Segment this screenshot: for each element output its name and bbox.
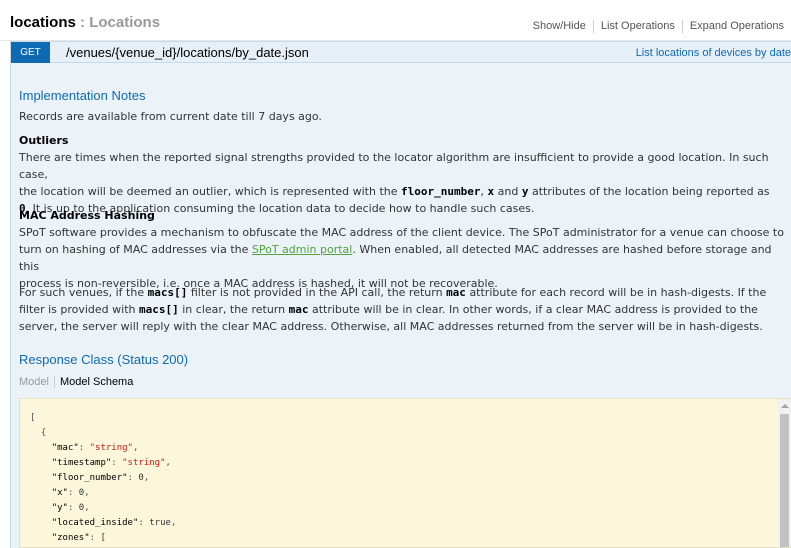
resource-name[interactable]: locations (10, 14, 76, 31)
schema-scrollbar[interactable] (778, 399, 791, 547)
implementation-notes-heading: Implementation Notes (19, 88, 146, 103)
code-x: x (487, 185, 495, 198)
schema-value-y: 0 (78, 503, 85, 513)
tab-model-schema[interactable]: Model Schema (55, 376, 133, 388)
code-floor-number: floor_number (401, 185, 481, 198)
venues-text-6: attribute will be in clear. In other wor… (311, 303, 758, 316)
schema-value-x: 0 (78, 488, 85, 498)
mac-hashing-paragraph: SPoT software provides a mechanism to ob… (19, 224, 791, 292)
http-method-badge[interactable]: GET (11, 42, 50, 63)
title-separator: : (80, 14, 86, 31)
venues-text-2: filter is not provided in the API call, … (190, 286, 443, 299)
and-text: and (497, 185, 519, 198)
code-mac-2: mac (288, 303, 309, 316)
schema-key-x: "x" (51, 488, 68, 498)
venues-line-1: For such venues, if the macs[] filter is… (19, 284, 791, 301)
show-hide-link[interactable]: Show/Hide (526, 20, 593, 33)
resource-header: locations : Locations Show/Hide List Ope… (0, 0, 791, 41)
outliers-text: the location will be deemed an outlier, … (19, 185, 398, 198)
code-macs: macs[] (147, 286, 188, 299)
endpoint-summary[interactable]: List locations of devices by date (636, 47, 791, 59)
outliers-paragraph: There are times when the reported signal… (19, 149, 791, 217)
mac-text: turn on hashing of MAC addresses via the (19, 243, 249, 256)
mac-hashing-heading: MAC Address Hashing (19, 209, 155, 222)
endpoint-content: Implementation Notes Records are availab… (10, 63, 791, 548)
schema-value-mac: "string" (89, 443, 133, 453)
code-macs-2: macs[] (139, 303, 179, 316)
schema-code[interactable]: [ { "mac": "string", "timestamp": "strin… (30, 411, 176, 546)
outliers-line-2: the location will be deemed an outlier, … (19, 183, 791, 200)
schema-value-timestamp: "string" (122, 458, 166, 468)
schema-key-timestamp: "timestamp" (51, 458, 112, 468)
mac-line-1: SPoT software provides a mechanism to ob… (19, 226, 784, 239)
mac-line-2: turn on hashing of MAC addresses via the… (19, 241, 791, 275)
venues-text-3: attribute for each record will be in has… (469, 286, 767, 299)
resource-operations: Show/Hide List Operations Expand Operati… (526, 20, 791, 33)
code-y: y (521, 185, 529, 198)
list-operations-link[interactable]: List Operations (592, 20, 682, 33)
comma-text: , (480, 185, 485, 198)
code-mac: mac (446, 286, 466, 299)
endpoint-heading[interactable]: GET /venues/{venue_id}/locations/by_date… (10, 41, 791, 63)
resource-label: Locations (89, 14, 161, 31)
schema-open-object: { (40, 428, 47, 438)
outliers-text-2: attributes of the location being reporte… (531, 185, 770, 198)
schema-key-mac: "mac" (51, 443, 79, 453)
schema-value-located-inside: true (149, 518, 171, 528)
notes-intro: Records are available from current date … (19, 110, 322, 123)
schema-key-y: "y" (51, 503, 68, 513)
schema-key-zones: "zones" (51, 533, 90, 543)
outliers-heading: Outliers (19, 134, 69, 147)
scroll-up-arrow-icon[interactable] (781, 404, 789, 408)
expand-operations-link[interactable]: Expand Operations (681, 20, 791, 33)
outliers-line-1: There are times when the reported signal… (19, 151, 769, 181)
resource-title[interactable]: locations : Locations (10, 14, 160, 31)
model-schema-box[interactable]: [ { "mac": "string", "timestamp": "strin… (19, 398, 791, 548)
venues-paragraph: For such venues, if the macs[] filter is… (19, 284, 791, 335)
endpoint-path[interactable]: /venues/{venue_id}/locations/by_date.jso… (66, 45, 309, 60)
schema-value-zones: [ (100, 533, 106, 543)
venues-text-5: in clear, the return (182, 303, 286, 316)
spot-admin-portal-link[interactable]: SPoT admin portal (252, 243, 352, 256)
schema-open-array: [ (30, 413, 36, 423)
venues-line-3: server, the server will reply with the c… (19, 320, 763, 333)
response-class-heading: Response Class (Status 200) (19, 352, 189, 367)
model-tabs: Model Model Schema (19, 376, 133, 388)
schema-key-located-inside: "located_inside" (51, 518, 139, 528)
schema-value-floor-number: 0 (138, 473, 144, 483)
scrollbar-thumb[interactable] (780, 414, 789, 547)
venues-line-2: filter is provided with macs[] in clear,… (19, 301, 791, 318)
schema-key-floor-number: "floor_number" (51, 473, 128, 483)
venues-text: For such venues, if the (19, 286, 145, 299)
tab-model[interactable]: Model (19, 376, 55, 388)
venues-text-4: filter is provided with (19, 303, 136, 316)
